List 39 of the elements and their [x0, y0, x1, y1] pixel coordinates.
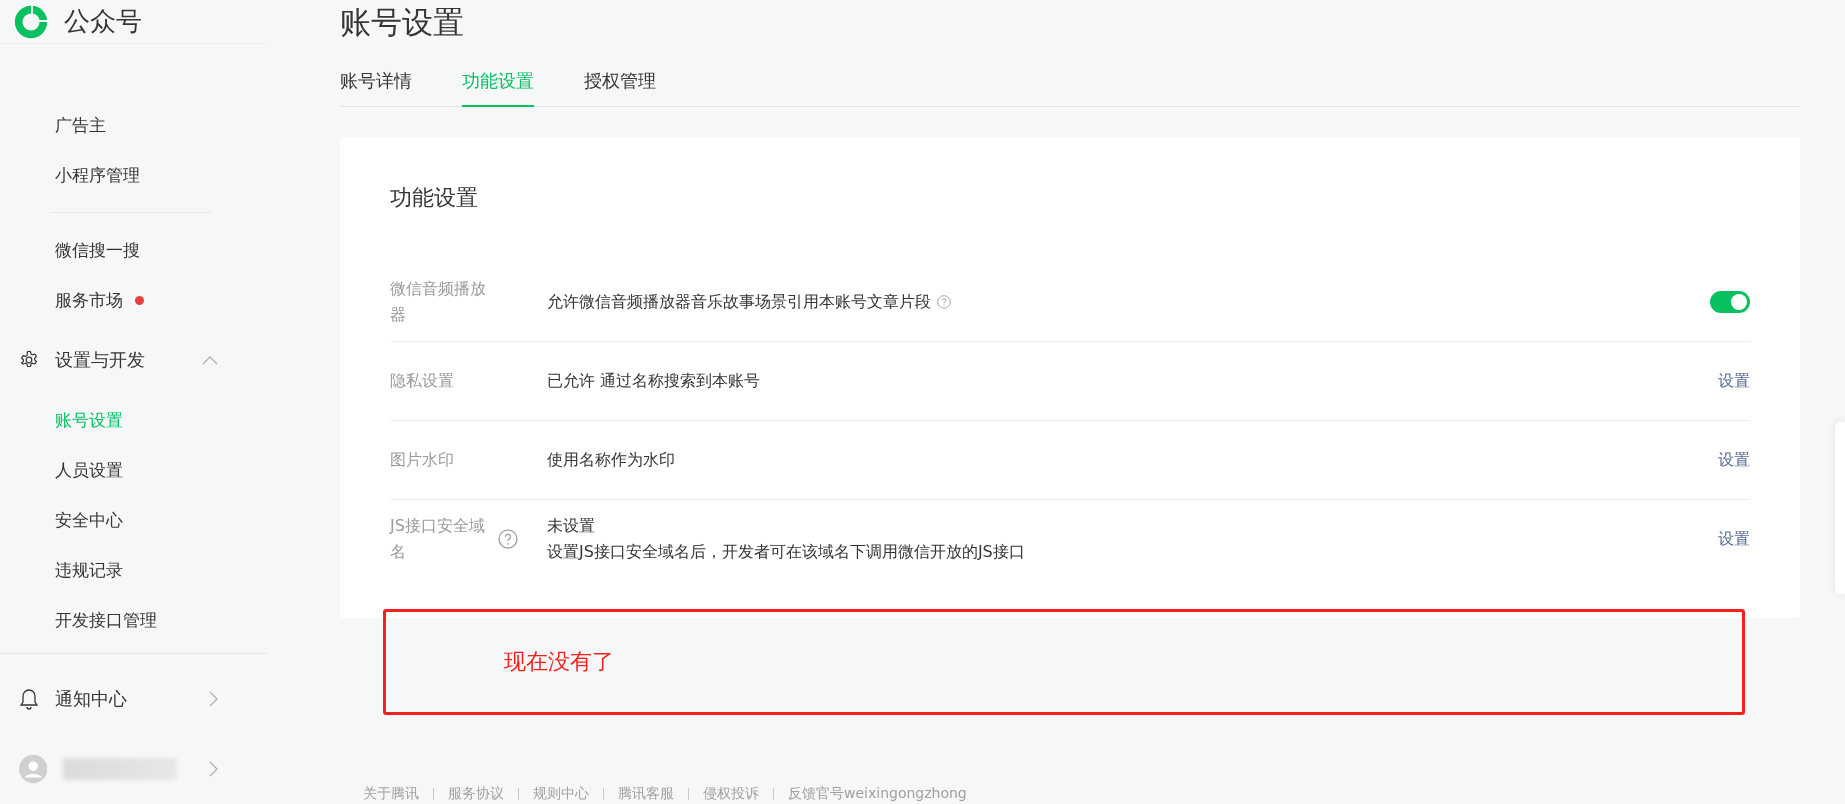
chevron-up-icon [202, 355, 218, 365]
settings-link[interactable]: 设置 [1718, 370, 1750, 392]
setting-value: 允许微信音频播放器音乐故事场景引用本账号文章片段 [547, 291, 931, 313]
setting-value: 未设置 [547, 515, 595, 537]
bell-icon [19, 688, 39, 710]
group-label: 设置与开发 [55, 348, 145, 372]
tab[interactable]: 账号详情 [340, 69, 412, 107]
setting-label: 图片水印 [390, 449, 455, 471]
setting-label: JS接口安全域名 [390, 515, 486, 563]
group-label: 通知中心 [55, 687, 127, 711]
settings-icon [19, 350, 39, 370]
settings-link[interactable]: 设置 [1718, 449, 1750, 471]
sidebar-item[interactable]: 开发接口管理 [0, 595, 268, 645]
sidebar-item[interactable]: 服务市场 [0, 275, 268, 325]
setting-note: 设置JS接口安全域名后，开发者可在该域名下调用微信开放的JS接口 [547, 541, 1026, 563]
sidebar-item[interactable]: 微信搜一搜 [0, 225, 268, 275]
help-icon[interactable] [937, 295, 951, 309]
sidebar-item[interactable]: 安全中心 [0, 495, 268, 545]
sidebar-item[interactable]: 违规记录 [0, 545, 268, 595]
sidebar-item[interactable]: 人员设置 [0, 445, 268, 495]
sidebar-group[interactable]: 设置与开发 [0, 325, 268, 395]
avatar-icon [19, 754, 48, 784]
settings-link[interactable]: 设置 [1718, 528, 1750, 550]
card-title: 功能设置 [390, 184, 479, 212]
help-icon[interactable] [498, 529, 518, 549]
sidebar-item[interactable]: 小程序管理 [0, 150, 268, 200]
setting-label: 隐私设置 [390, 370, 455, 392]
toggle-switch[interactable] [1710, 291, 1750, 313]
setting-value: 已允许 通过名称搜索到本账号 [547, 370, 761, 392]
chevron-right-icon [209, 761, 218, 777]
tab[interactable]: 授权管理 [584, 69, 656, 107]
sidebar-group[interactable]: 通知中心 [0, 664, 268, 734]
chevron-right-icon [209, 691, 218, 707]
annotation-text: 现在没有了 [504, 648, 614, 676]
page-title: 账号设置 [340, 3, 465, 42]
sidebar-item[interactable]: 广告主 [0, 100, 268, 150]
setting-label: 微信音频播放器 [390, 278, 487, 326]
brand-name: 公众号 [64, 5, 142, 38]
setting-value: 使用名称作为水印 [547, 449, 675, 471]
